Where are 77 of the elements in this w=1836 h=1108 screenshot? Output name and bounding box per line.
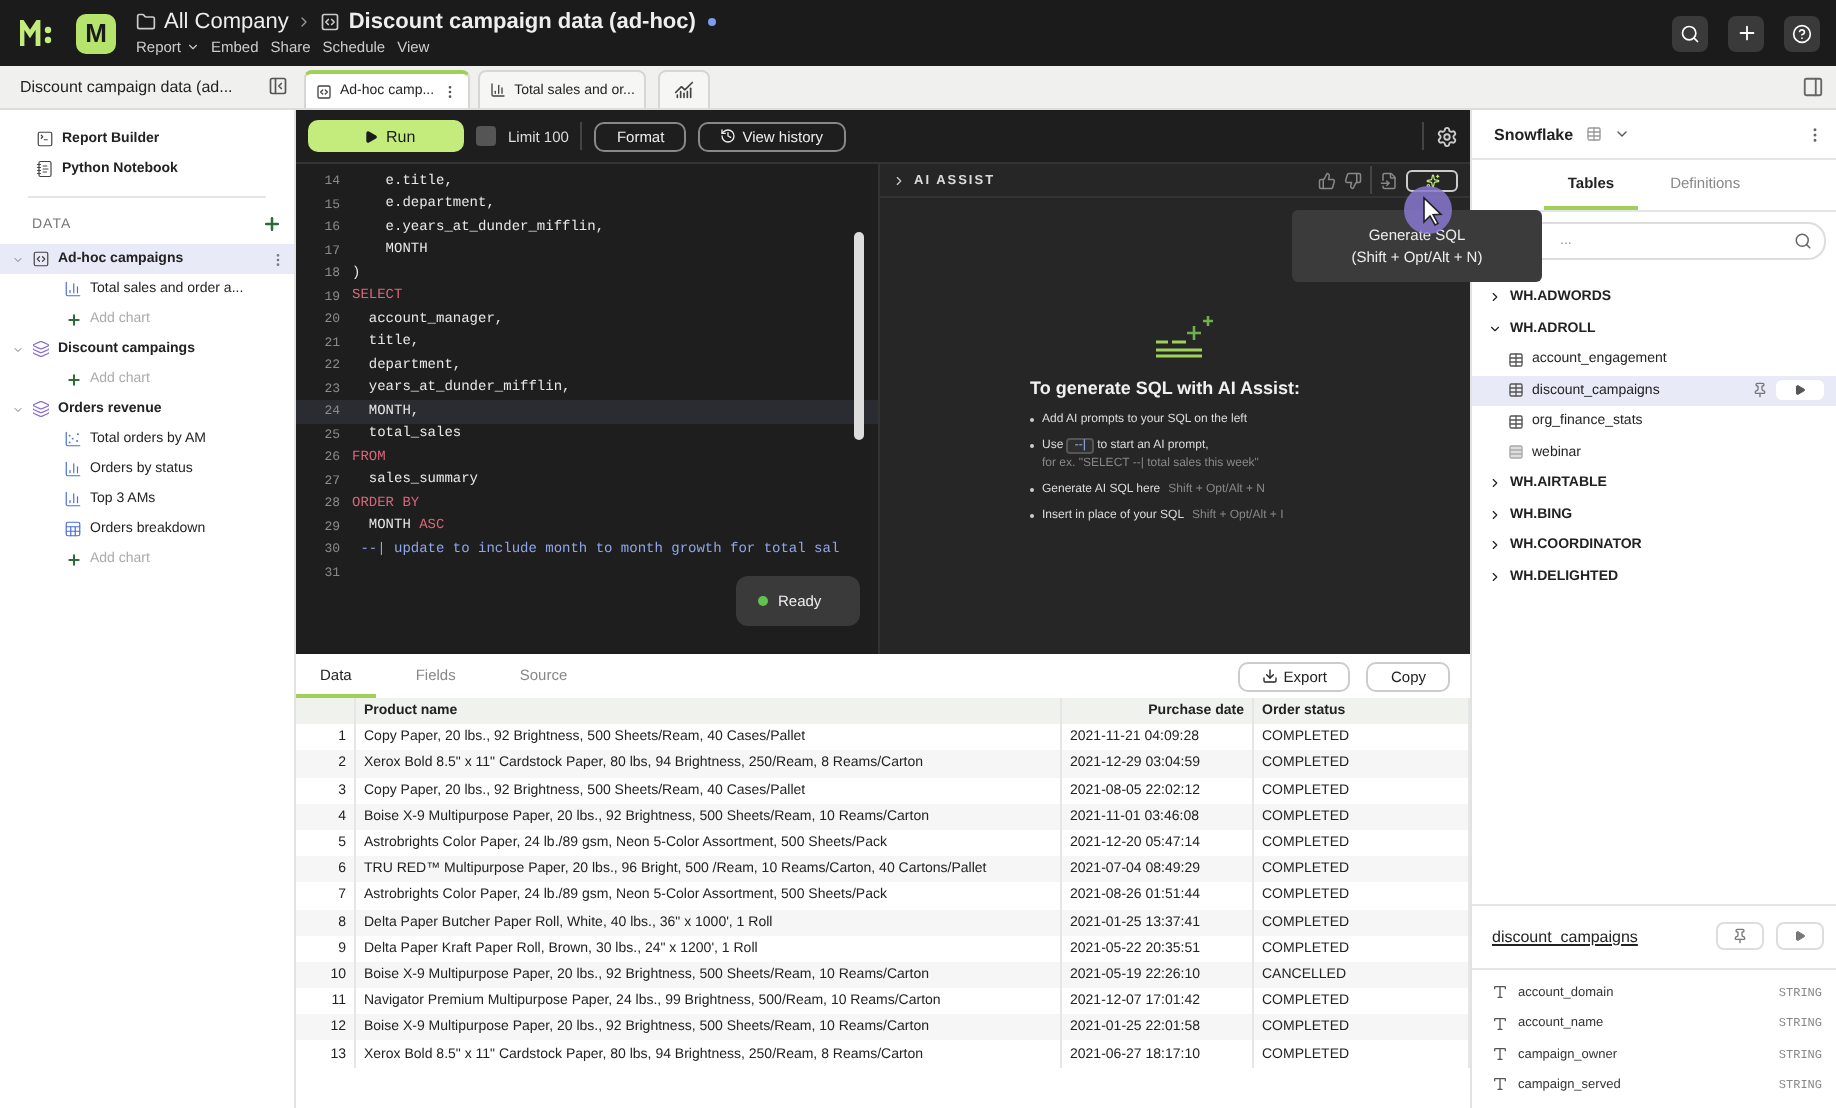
chevron-down-icon bbox=[12, 403, 24, 415]
bar-chart-icon bbox=[64, 460, 82, 478]
table-icon bbox=[1508, 444, 1524, 461]
scatter-chart-icon bbox=[64, 430, 82, 448]
thumbs-up-icon[interactable] bbox=[1318, 171, 1336, 189]
code-icon bbox=[316, 83, 332, 99]
panel-toggle-icon[interactable] bbox=[1802, 76, 1824, 98]
table-icon bbox=[1508, 382, 1524, 399]
table-icon bbox=[1585, 126, 1602, 142]
plus-icon bbox=[66, 311, 82, 327]
search-icon bbox=[1680, 23, 1700, 43]
text-type-icon bbox=[1492, 1046, 1508, 1063]
report-name: Discount campaign data (ad... bbox=[20, 77, 233, 95]
run-button[interactable] bbox=[1776, 922, 1824, 951]
bar-chart-icon bbox=[64, 490, 82, 508]
notebook-icon bbox=[36, 160, 54, 178]
plus-icon bbox=[1735, 22, 1757, 44]
ai-assist-heading: To generate SQL with AI Assist: bbox=[1030, 378, 1301, 398]
code-editor[interactable] bbox=[296, 164, 880, 654]
chevron-down-icon bbox=[1488, 321, 1502, 336]
limit-checkbox[interactable] bbox=[476, 126, 496, 146]
settings-icon[interactable] bbox=[1436, 125, 1458, 147]
connection-name[interactable]: Snowflake bbox=[1494, 125, 1574, 143]
table-icon bbox=[1508, 351, 1524, 368]
collapse-panel-icon[interactable] bbox=[268, 76, 288, 96]
workspace-logo: M bbox=[76, 13, 116, 53]
run-button[interactable] bbox=[1776, 380, 1824, 401]
report-icon bbox=[320, 12, 341, 32]
pin-button[interactable] bbox=[1716, 922, 1764, 951]
text-type-icon bbox=[1492, 1015, 1508, 1032]
bar-chart-icon bbox=[64, 280, 82, 298]
sparkle-icon bbox=[1425, 173, 1439, 187]
report-icon bbox=[36, 130, 54, 148]
run-button[interactable]: Run bbox=[308, 120, 464, 152]
breadcrumb-link[interactable]: All Company bbox=[164, 10, 289, 34]
layers-icon bbox=[32, 340, 50, 358]
help-icon bbox=[1792, 23, 1812, 43]
help-button[interactable] bbox=[1784, 15, 1820, 51]
chevron-down-icon bbox=[12, 343, 24, 355]
play-icon bbox=[1794, 930, 1806, 943]
history-icon bbox=[720, 128, 737, 144]
chart-icon bbox=[674, 80, 695, 100]
plus-icon[interactable] bbox=[262, 214, 282, 234]
code-icon bbox=[32, 250, 50, 268]
dropdown-icon[interactable] bbox=[1613, 126, 1630, 142]
thumbs-down-icon[interactable] bbox=[1344, 171, 1362, 189]
table-icon bbox=[64, 520, 82, 538]
report-title: Discount campaign data (ad-hoc) bbox=[348, 10, 696, 34]
plus-icon bbox=[66, 551, 82, 567]
plus-icon bbox=[66, 371, 82, 387]
bar-chart-icon bbox=[490, 82, 507, 98]
chevron-right-icon bbox=[1488, 507, 1502, 522]
layers-icon bbox=[32, 400, 50, 418]
download-icon bbox=[1261, 668, 1278, 684]
table-icon bbox=[1508, 413, 1524, 430]
folder-icon bbox=[136, 12, 156, 32]
chevron-down-icon bbox=[12, 253, 24, 265]
chevron-right-icon[interactable] bbox=[892, 173, 906, 187]
play-icon bbox=[1794, 384, 1806, 397]
chevron-right-icon bbox=[1488, 538, 1502, 553]
table-name: discount_campaigns bbox=[1492, 927, 1640, 946]
search-button[interactable] bbox=[1672, 15, 1708, 51]
ai-sql-icon bbox=[1154, 314, 1218, 358]
text-type-icon bbox=[1492, 1076, 1508, 1093]
chevron-right-icon bbox=[1488, 476, 1502, 491]
chevron-right-icon bbox=[1488, 569, 1502, 584]
add-chart-button[interactable] bbox=[658, 70, 711, 108]
text-type-icon bbox=[1492, 984, 1508, 1001]
chevron-right-icon bbox=[1488, 290, 1502, 305]
pin-icon[interactable] bbox=[1752, 382, 1768, 399]
add-button[interactable] bbox=[1728, 15, 1764, 51]
insert-icon[interactable] bbox=[1380, 171, 1398, 189]
search-icon bbox=[1794, 232, 1812, 250]
pin-icon bbox=[1732, 928, 1748, 945]
logo-icon bbox=[20, 19, 56, 47]
play-icon bbox=[364, 129, 378, 143]
scrollbar-thumb[interactable] bbox=[854, 232, 864, 440]
